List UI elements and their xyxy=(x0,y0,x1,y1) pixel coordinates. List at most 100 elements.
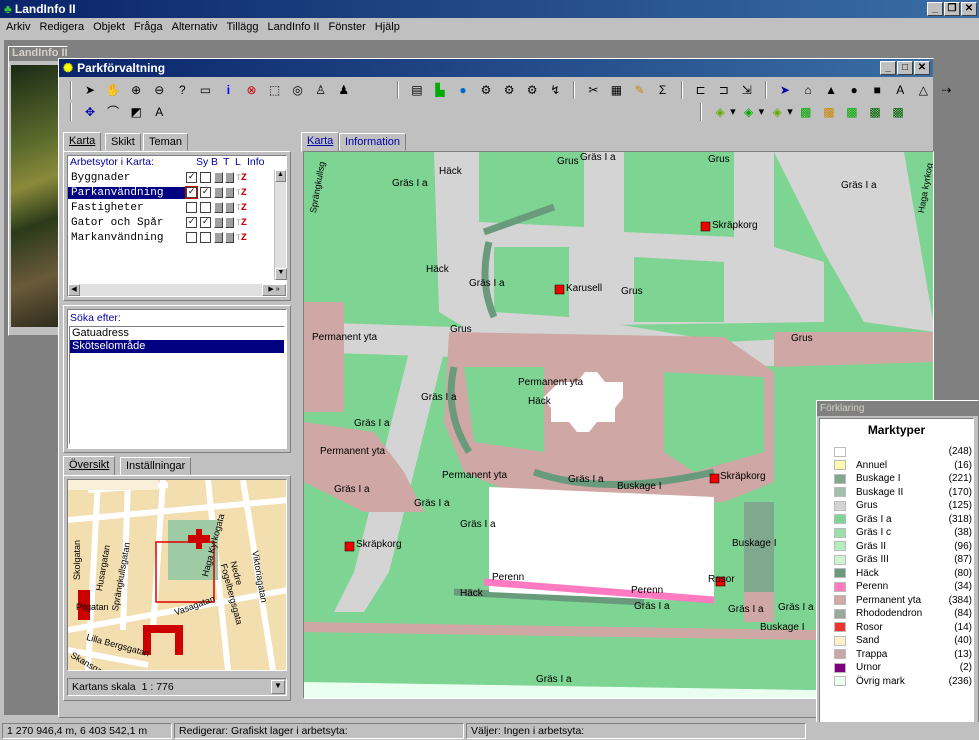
layer-tool-6-icon[interactable]: ▩ xyxy=(844,104,860,120)
park-close-button[interactable]: ✕ xyxy=(914,61,930,75)
route-icon[interactable]: ↯ xyxy=(547,82,563,98)
print-icon[interactable]: ▤ xyxy=(409,82,425,98)
tab-map-information[interactable]: Information xyxy=(339,133,407,151)
layer-row[interactable]: Markanvändning TZ xyxy=(68,230,286,245)
info-tz-icon[interactable]: TZ xyxy=(236,187,247,199)
scroll-up-icon[interactable]: ▲ xyxy=(275,170,286,182)
zoom-in-icon[interactable]: ⊕ xyxy=(128,82,144,98)
draw-shape-icon[interactable]: △ xyxy=(915,82,931,98)
minimize-button[interactable]: _ xyxy=(927,2,943,16)
editable-checkbox[interactable]: ✓ xyxy=(200,187,211,198)
theme-icon[interactable]: ✂ xyxy=(585,82,601,98)
layer-tool-7-icon[interactable]: ▩ xyxy=(867,104,883,120)
pencil-icon[interactable]: ✎ xyxy=(632,82,648,98)
info-icon[interactable]: i xyxy=(220,82,236,98)
close-button[interactable]: ✕ xyxy=(961,2,977,16)
select-arrow-icon[interactable]: ➤ xyxy=(82,82,98,98)
measure-icon[interactable]: ⬚ xyxy=(267,82,283,98)
layer-row[interactable]: Gator och Spår ✓ ✓ TZ xyxy=(68,215,286,230)
draw-circle-icon[interactable]: ● xyxy=(846,82,862,98)
layers-vscroll[interactable]: ▲ ▼ xyxy=(274,170,287,280)
scroll-left-icon[interactable]: ◀ xyxy=(68,284,80,296)
layer-t-button[interactable] xyxy=(214,217,223,228)
tab-installningar[interactable]: Inställningar xyxy=(120,457,192,475)
restore-button[interactable]: ❐ xyxy=(944,2,960,16)
visible-checkbox[interactable]: ✓ xyxy=(186,217,197,228)
zoom-out-icon[interactable]: ⊖ xyxy=(151,82,167,98)
editable-checkbox[interactable] xyxy=(200,232,211,243)
stop-icon[interactable]: ⊗ xyxy=(244,82,260,98)
people-2-icon[interactable]: ♟ xyxy=(336,82,352,98)
info-tz-icon[interactable]: TZ xyxy=(236,202,247,214)
network-2-icon[interactable]: ⚙ xyxy=(501,82,517,98)
scroll-down-icon[interactable]: ▼ xyxy=(275,268,287,280)
scale-select[interactable]: Kartans skala 1 : 776 ▼ xyxy=(67,678,287,696)
chevron-down-icon[interactable]: ▼ xyxy=(271,680,285,694)
menu-hjalp[interactable]: Hjälp xyxy=(375,21,400,37)
info-tz-icon[interactable]: TZ xyxy=(236,232,247,244)
sum-icon[interactable]: Σ xyxy=(655,82,671,98)
text-tool-icon[interactable]: A xyxy=(151,104,167,120)
network-3-icon[interactable]: ⚙ xyxy=(524,82,540,98)
visible-checkbox[interactable]: ✓ xyxy=(185,186,198,199)
layer-tool-5-icon[interactable]: ▩ xyxy=(821,104,837,120)
layers-hscroll[interactable]: ◀ ▶ » xyxy=(68,284,286,296)
search-item-skotselomrade[interactable]: Skötselområde xyxy=(70,340,284,353)
draw-house-icon[interactable]: ▲ xyxy=(823,82,839,98)
edit-2-icon[interactable]: ⊐ xyxy=(716,82,732,98)
network-icon[interactable]: ⚙ xyxy=(478,82,494,98)
scroll-right-icon[interactable]: ▶ » xyxy=(262,284,286,296)
menu-arkiv[interactable]: Arkiv xyxy=(6,21,30,37)
editable-checkbox[interactable]: ✓ xyxy=(200,217,211,228)
menu-landinfo[interactable]: LandInfo II xyxy=(268,21,320,37)
draw-polygon-icon[interactable]: ⌂ xyxy=(800,82,816,98)
park-maximize-button[interactable]: □ xyxy=(897,61,913,75)
layer-tool-8-icon[interactable]: ▩ xyxy=(890,104,906,120)
layer-tool-icon[interactable]: ◈ xyxy=(712,104,728,120)
tab-oversikt[interactable]: Översikt xyxy=(63,456,116,476)
layer-l-button[interactable] xyxy=(225,187,234,198)
layer-row[interactable]: Fastigheter TZ xyxy=(68,200,286,215)
editable-checkbox[interactable] xyxy=(200,202,211,213)
menu-objekt[interactable]: Objekt xyxy=(93,21,125,37)
menu-tillagg[interactable]: Tillägg xyxy=(227,21,259,37)
edit-icon[interactable]: ⊏ xyxy=(693,82,709,98)
editable-checkbox[interactable] xyxy=(200,172,211,183)
draw-arrow-icon[interactable]: ➤ xyxy=(777,82,793,98)
table-icon[interactable]: ▦ xyxy=(608,82,624,98)
tab-karta[interactable]: Karta xyxy=(63,132,102,152)
menu-fonster[interactable]: Fönster xyxy=(329,21,366,37)
park-minimize-button[interactable]: _ xyxy=(880,61,896,75)
menu-redigera[interactable]: Redigera xyxy=(39,21,84,37)
overview-map[interactable]: Skolgatan Husargatan Sprängkullsgatan Ha… xyxy=(67,479,287,671)
layer-l-button[interactable] xyxy=(225,172,234,183)
info-tz-icon[interactable]: TZ xyxy=(236,172,247,184)
zoom-query-icon[interactable]: ? xyxy=(174,82,190,98)
layer-l-button[interactable] xyxy=(225,217,234,228)
extent-icon[interactable]: ▭ xyxy=(197,82,213,98)
layer-t-button[interactable] xyxy=(214,232,223,243)
draw-rect-icon[interactable]: ■ xyxy=(869,82,885,98)
people-icon[interactable]: ♙ xyxy=(313,82,329,98)
layer-t-button[interactable] xyxy=(214,187,223,198)
layer-tool-4-icon[interactable]: ▩ xyxy=(798,104,814,120)
layer-t-button[interactable] xyxy=(214,202,223,213)
tab-skikt[interactable]: Skikt xyxy=(105,133,141,151)
visible-checkbox[interactable] xyxy=(186,202,197,213)
point-query-icon[interactable]: ✥ xyxy=(82,104,98,120)
layer-t-button[interactable] xyxy=(214,172,223,183)
tab-map-karta[interactable]: Karta xyxy=(301,132,340,152)
layer-tool-2-icon[interactable]: ◈ xyxy=(741,104,757,120)
pan-hand-icon[interactable]: ✋ xyxy=(105,82,121,98)
edit-3-icon[interactable]: ⇲ xyxy=(739,82,755,98)
line-tool-icon[interactable]: ⌒ xyxy=(105,104,121,120)
globe-icon[interactable]: ● xyxy=(455,82,471,98)
legend-window[interactable]: Förklaring Marktyper (248) Annuel (16) Busk… xyxy=(816,400,979,740)
layer-tool-3-icon[interactable]: ◈ xyxy=(769,104,785,120)
layer-l-button[interactable] xyxy=(225,202,234,213)
buffer-icon[interactable]: ◎ xyxy=(290,82,306,98)
layer-row[interactable]: Byggnader ✓ TZ xyxy=(68,170,286,185)
search-item-gatuadress[interactable]: Gatuadress xyxy=(70,327,284,340)
menu-alternativ[interactable]: Alternativ xyxy=(172,21,218,37)
visible-checkbox[interactable] xyxy=(186,232,197,243)
